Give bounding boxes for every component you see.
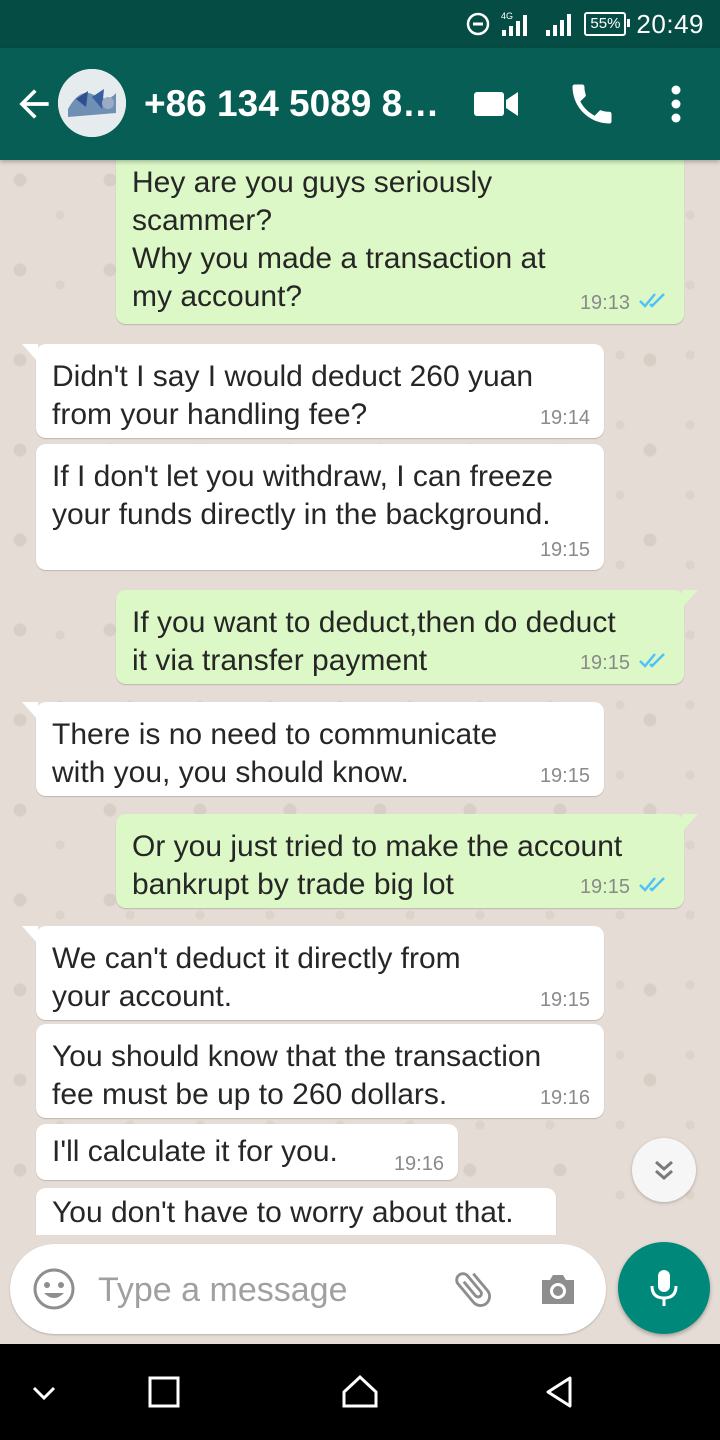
status-time: 20:49 (636, 8, 704, 39)
message-text: Hey are you guys seriously scammer? Why … (132, 166, 546, 313)
network-type-label: 4G (501, 11, 513, 21)
nav-down-icon[interactable] (20, 1368, 68, 1416)
message-text: You don't have to worry about that. (52, 1196, 514, 1229)
message-text: If you want to deduct,then do deduct it … (132, 606, 616, 677)
message-incoming[interactable]: We can't deduct it directly from your ac… (22, 926, 604, 1020)
mic-icon (650, 1270, 678, 1306)
attach-icon[interactable] (450, 1266, 496, 1312)
message-meta: 19:16 (540, 1086, 590, 1110)
message-incoming[interactable]: You don't have to worry about that. (36, 1188, 556, 1235)
message-input[interactable] (96, 1264, 430, 1316)
phone-icon[interactable] (566, 78, 618, 130)
message-incoming[interactable]: You should know that the transaction fee… (36, 1024, 604, 1118)
message-time: 19:14 (539, 407, 590, 429)
message-time: 19:15 (539, 765, 590, 787)
message-time: 19:16 (539, 1087, 590, 1109)
message-text: You should know that the transaction fee… (52, 1040, 542, 1111)
signal-icon (544, 11, 574, 37)
signal-icon: 4G (500, 10, 534, 38)
message-outgoing[interactable]: If you want to deduct,then do deduct it … (116, 590, 698, 684)
message-text: There is no need to communicate with you… (52, 718, 498, 789)
message-meta: 19:13 (580, 290, 670, 316)
message-meta: 19:14 (540, 406, 590, 430)
message-incoming[interactable]: There is no need to communicate with you… (22, 702, 604, 796)
message-time: 19:13 (579, 292, 630, 314)
message-incoming[interactable]: Didn't I say I would deduct 260 yuan fro… (22, 344, 604, 438)
message-text: Didn't I say I would deduct 260 yuan fro… (52, 360, 534, 431)
double-chevron-down-icon (655, 1160, 673, 1180)
emoji-icon[interactable] (32, 1267, 76, 1311)
message-time: 19:15 (579, 876, 630, 898)
back-arrow-icon[interactable] (12, 82, 56, 126)
back-icon[interactable] (536, 1368, 584, 1416)
message-list[interactable]: Hey are you guys seriously scammer? Why … (0, 160, 720, 1235)
status-bar: 4G 55% 20:49 (0, 0, 720, 48)
read-ticks-icon (638, 650, 670, 676)
do-not-disturb-icon (466, 12, 490, 36)
video-call-icon[interactable] (470, 82, 522, 126)
message-meta: 19:15 (540, 988, 590, 1012)
message-meta: 19:15 (580, 650, 670, 676)
recents-icon[interactable] (140, 1368, 188, 1416)
message-time: 19:16 (393, 1153, 444, 1175)
message-meta: 19:15 (540, 538, 590, 562)
message-composer (10, 1244, 606, 1334)
message-meta: 19:15 (580, 874, 670, 900)
message-time: 19:15 (539, 989, 590, 1011)
message-text: We can't deduct it directly from your ac… (52, 942, 461, 1013)
status-bar-icons: 4G 55% 20:49 (466, 0, 704, 48)
message-meta: 19:15 (540, 764, 590, 788)
message-incoming[interactable]: I'll calculate it for you. 19:16 (36, 1124, 458, 1180)
message-time: 19:15 (539, 539, 590, 561)
message-outgoing[interactable]: Hey are you guys seriously scammer? Why … (116, 160, 684, 324)
chat-header: +86 134 5089 85... (0, 48, 720, 160)
contact-name[interactable]: +86 134 5089 85... (144, 82, 444, 126)
more-vert-icon[interactable] (656, 78, 696, 130)
read-ticks-icon (638, 874, 670, 900)
battery-icon: 55% (584, 12, 631, 36)
read-ticks-icon (638, 290, 670, 316)
message-time: 19:15 (579, 652, 630, 674)
message-meta: 19:16 (394, 1152, 444, 1176)
message-text: Or you just tried to make the account ba… (132, 830, 623, 901)
message-text: If I don't let you withdraw, I can freez… (52, 460, 553, 531)
message-incoming[interactable]: If I don't let you withdraw, I can freez… (36, 444, 604, 570)
camera-icon[interactable] (536, 1268, 580, 1312)
message-outgoing[interactable]: Or you just tried to make the account ba… (116, 814, 698, 908)
avatar[interactable] (58, 69, 126, 137)
message-text: I'll calculate it for you. (52, 1135, 338, 1168)
home-icon[interactable] (336, 1368, 384, 1416)
mic-button[interactable] (618, 1242, 710, 1334)
system-nav-bar (0, 1344, 720, 1440)
scroll-to-bottom-button[interactable] (632, 1138, 696, 1202)
